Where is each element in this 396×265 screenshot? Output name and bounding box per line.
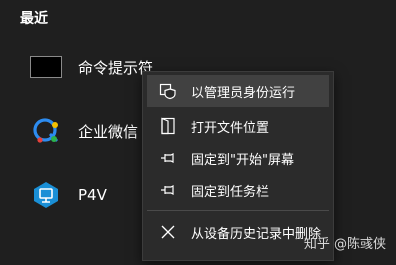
pin-icon <box>159 181 177 199</box>
menu-item-open-file-location[interactable]: 打开文件位置 <box>147 110 329 142</box>
menu-item-run-as-admin[interactable]: 以管理员身份运行 <box>147 75 329 107</box>
recent-app-wecom[interactable]: 企业微信 <box>30 111 138 151</box>
p4v-icon <box>30 179 62 211</box>
open-file-location-icon <box>159 117 177 135</box>
menu-item-pin-to-start[interactable]: 固定到"开始"屏幕 <box>147 142 329 174</box>
pin-icon <box>159 149 177 167</box>
watermark: 知乎 @陈彧侠 <box>303 237 386 252</box>
run-as-admin-icon <box>159 82 177 100</box>
menu-item-label: 从设备历史记录中删除 <box>191 226 322 242</box>
menu-item-label: 打开文件位置 <box>191 120 270 136</box>
section-title-recent: 最近 <box>20 11 48 27</box>
menu-item-label: 以管理员身份运行 <box>191 85 296 101</box>
menu-separator <box>147 210 329 211</box>
close-icon <box>159 223 177 241</box>
app-label: P4V <box>78 186 107 204</box>
menu-item-remove-from-history[interactable]: 从设备历史记录中删除 <box>147 216 329 248</box>
recent-app-command-prompt[interactable]: 命令提示符 <box>30 47 153 87</box>
recent-app-p4v[interactable]: P4V <box>30 175 107 215</box>
menu-item-pin-to-taskbar[interactable]: 固定到任务栏 <box>147 174 329 206</box>
app-label: 企业微信 <box>78 122 139 141</box>
command-prompt-icon <box>30 51 62 83</box>
menu-item-label: 固定到任务栏 <box>191 184 270 200</box>
menu-item-label: 固定到"开始"屏幕 <box>191 152 294 168</box>
wecom-icon <box>30 115 62 147</box>
start-menu-recent-panel: 最近 命令提示符 企业微信 P4V 以管理员身份运行 打开文件位置 固定到"开始… <box>0 0 396 265</box>
